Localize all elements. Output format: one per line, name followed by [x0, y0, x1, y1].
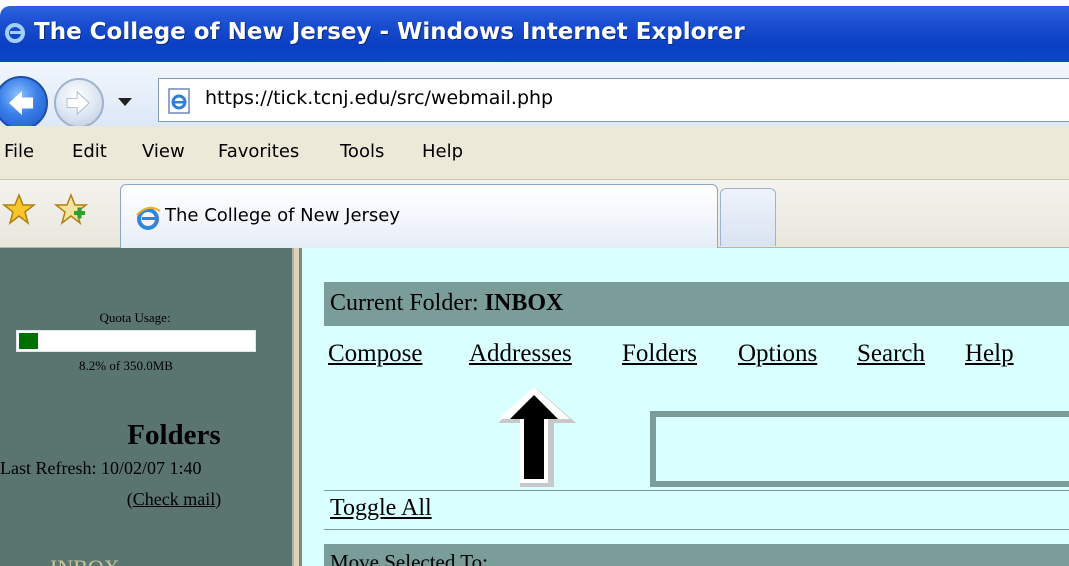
link-addresses[interactable]: Addresses [469, 340, 572, 368]
current-folder-label: Current Folder: [330, 290, 479, 316]
folder-sidebar: Quota Usage: 8.2% of 350.0MB Folders Las… [0, 248, 292, 566]
toggle-all-link[interactable]: Toggle All [330, 495, 432, 522]
tab-college-of-new-jersey[interactable]: The College of New Jersey [120, 184, 718, 248]
move-selected-bar: Move Selected To: [324, 544, 1069, 566]
mail-main-panel: Current Folder: INBOX Compose Addresses … [302, 248, 1069, 566]
url-text: https://tick.tcnj.edu/src/webmail.php [205, 87, 554, 109]
check-mail-close-paren: ) [215, 489, 222, 509]
forward-button[interactable] [54, 78, 104, 128]
menu-file[interactable]: File [4, 141, 34, 162]
link-options[interactable]: Options [738, 340, 817, 368]
dropdown-icon[interactable] [118, 98, 132, 106]
current-folder-name: INBOX [484, 290, 564, 316]
current-folder-bar: Current Folder: INBOX [324, 282, 1069, 326]
page-icon [168, 88, 190, 114]
link-help[interactable]: Help [965, 340, 1014, 368]
favorites-star-icon[interactable] [2, 192, 36, 226]
menu-edit[interactable]: Edit [72, 141, 107, 162]
link-search[interactable]: Search [857, 340, 925, 368]
current-folder: Current Folder: INBOX [330, 290, 563, 317]
address-field[interactable]: https://tick.tcnj.edu/src/webmail.php [158, 78, 1069, 122]
menu-help[interactable]: Help [422, 141, 463, 162]
search-box [650, 411, 1069, 487]
folder-inbox[interactable]: INBOX [50, 555, 120, 566]
menu-tools[interactable]: Tools [340, 141, 384, 162]
move-selected-label: Move Selected To: [330, 550, 488, 566]
address-toolbar: https://tick.tcnj.edu/src/webmail.php [0, 62, 1069, 130]
quota-label: Quota Usage: [99, 310, 171, 325]
link-compose[interactable]: Compose [328, 340, 422, 368]
ie-logo-icon [136, 206, 161, 230]
check-mail-link[interactable]: Check mail [133, 489, 215, 509]
quota-fill [19, 333, 38, 349]
back-button[interactable] [0, 76, 48, 130]
tab-bar: The College of New Jersey [0, 180, 1069, 248]
back-arrow-icon [8, 90, 34, 116]
ie-logo-icon [5, 23, 25, 43]
add-favorites-icon[interactable] [54, 192, 88, 226]
window-title: The College of New Jersey - Windows Inte… [34, 19, 745, 45]
frame-divider[interactable] [292, 248, 302, 566]
quota-bar [16, 330, 256, 352]
new-tab-button[interactable] [720, 188, 776, 246]
menu-bar: File Edit View Favorites Tools Help [0, 126, 1069, 180]
tab-label: The College of New Jersey [165, 205, 401, 226]
quota-text: 8.2% of 350.0MB [79, 358, 173, 373]
link-folders[interactable]: Folders [622, 340, 697, 368]
window-title-bar[interactable]: The College of New Jersey - Windows Inte… [0, 6, 1069, 62]
menu-favorites[interactable]: Favorites [218, 141, 299, 162]
menu-view[interactable]: View [142, 141, 185, 162]
annotation-arrow-icon [498, 387, 576, 487]
forward-arrow-icon [66, 90, 90, 116]
last-refresh: Last Refresh: 10/02/07 1:40 [0, 458, 202, 478]
toggle-all-row: Toggle All [324, 490, 1069, 530]
